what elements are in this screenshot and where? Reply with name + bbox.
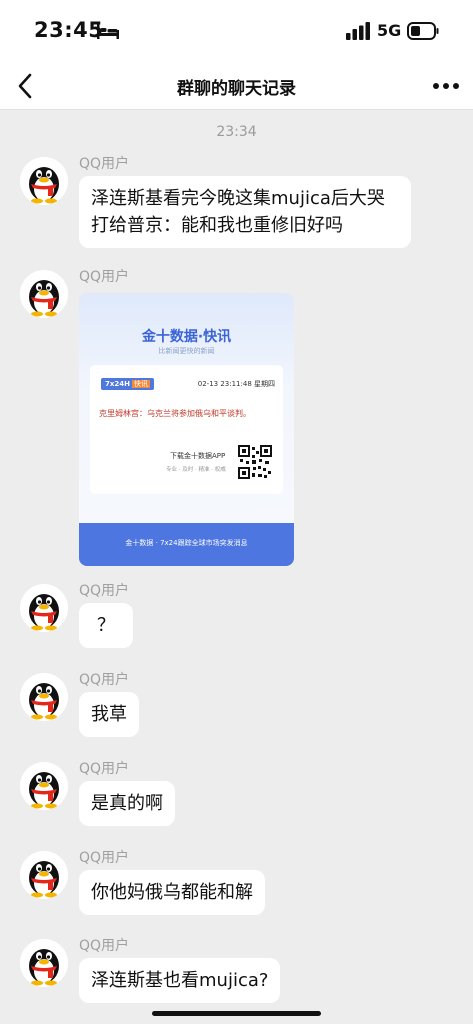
qq-penguin-avatar[interactable] <box>20 939 68 987</box>
penguin-icon <box>20 157 68 205</box>
sender-name: QQ用户 <box>79 938 130 954</box>
penguin-icon <box>20 584 68 632</box>
penguin-icon <box>20 270 68 318</box>
card-slogan: 比新闻更快的新闻 <box>158 347 215 355</box>
qr-code-icon <box>238 445 272 479</box>
sender-name: QQ用户 <box>79 583 130 599</box>
card-news-panel: 7x24H 快讯 02-13 23:11:48 星期四 克里姆林宫：乌克兰将参加俄… <box>90 365 283 494</box>
card-datetime: 02-13 23:11:48 星期四 <box>197 380 275 388</box>
news-image-card[interactable]: 金十数据·快讯 比新闻更快的新闻 7x24H 快讯 02-13 23:11:48 … <box>79 293 294 566</box>
penguin-icon <box>20 939 68 987</box>
status-bar: 23:45 5G <box>0 0 473 62</box>
badge-text: 7x24H <box>105 380 130 388</box>
qq-penguin-avatar[interactable] <box>20 673 68 721</box>
chat-history[interactable]: 23:34 QQ用户 泽连斯基看完今晚这集mujica后大哭打给普京：能和我也重… <box>0 110 473 1024</box>
penguin-icon <box>20 673 68 721</box>
sender-name: QQ用户 <box>79 850 130 866</box>
sender-name: QQ用户 <box>79 761 130 777</box>
card-download-subtext: 专业 · 及时 · 精准 · 权威 <box>166 467 226 473</box>
card-badge: 7x24H 快讯 <box>101 378 154 390</box>
status-time: 23:45 <box>34 18 104 42</box>
battery-icon <box>407 22 439 40</box>
chat-timestamp: 23:34 <box>216 124 257 140</box>
page-title: 群聊的聊天记录 <box>177 79 296 99</box>
more-dots-icon[interactable] <box>432 82 460 90</box>
card-brand: 金十数据·快讯 <box>141 329 232 345</box>
home-indicator[interactable] <box>152 1011 321 1016</box>
network-type: 5G <box>377 21 402 40</box>
qq-penguin-avatar[interactable] <box>20 584 68 632</box>
sender-name: QQ用户 <box>79 156 130 172</box>
message-bubble[interactable]: 泽连斯基看完今晚这集mujica后大哭打给普京：能和我也重修旧好吗 <box>79 176 411 248</box>
message-bubble[interactable]: ？ <box>79 603 133 648</box>
qq-penguin-avatar[interactable] <box>20 270 68 318</box>
sleep-focus-icon <box>97 24 119 39</box>
penguin-icon <box>20 851 68 899</box>
nav-bar: 群聊的聊天记录 <box>0 62 473 110</box>
message-bubble[interactable]: 是真的啊 <box>79 781 175 826</box>
card-footer: 金十数据 · 7x24跟踪全球市场突发消息 <box>79 523 294 566</box>
qq-penguin-avatar[interactable] <box>20 851 68 899</box>
qq-penguin-avatar[interactable] <box>20 157 68 205</box>
card-footer-text: 金十数据 · 7x24跟踪全球市场突发消息 <box>125 539 248 547</box>
sender-name: QQ用户 <box>79 672 130 688</box>
message-bubble[interactable]: 你他妈俄乌都能和解 <box>79 870 265 915</box>
penguin-icon <box>20 762 68 810</box>
card-headline: 克里姆林宫：乌克兰将参加俄乌和平谈判。 <box>99 409 251 418</box>
badge-tag: 快讯 <box>132 380 150 388</box>
card-download-text: 下载金十数据APP <box>170 452 226 460</box>
message-bubble[interactable]: 我草 <box>79 692 139 737</box>
signal-strength-icon <box>346 22 370 40</box>
qq-penguin-avatar[interactable] <box>20 762 68 810</box>
sender-name: QQ用户 <box>79 269 130 285</box>
message-bubble[interactable]: 泽连斯基也看mujica? <box>79 958 281 1003</box>
